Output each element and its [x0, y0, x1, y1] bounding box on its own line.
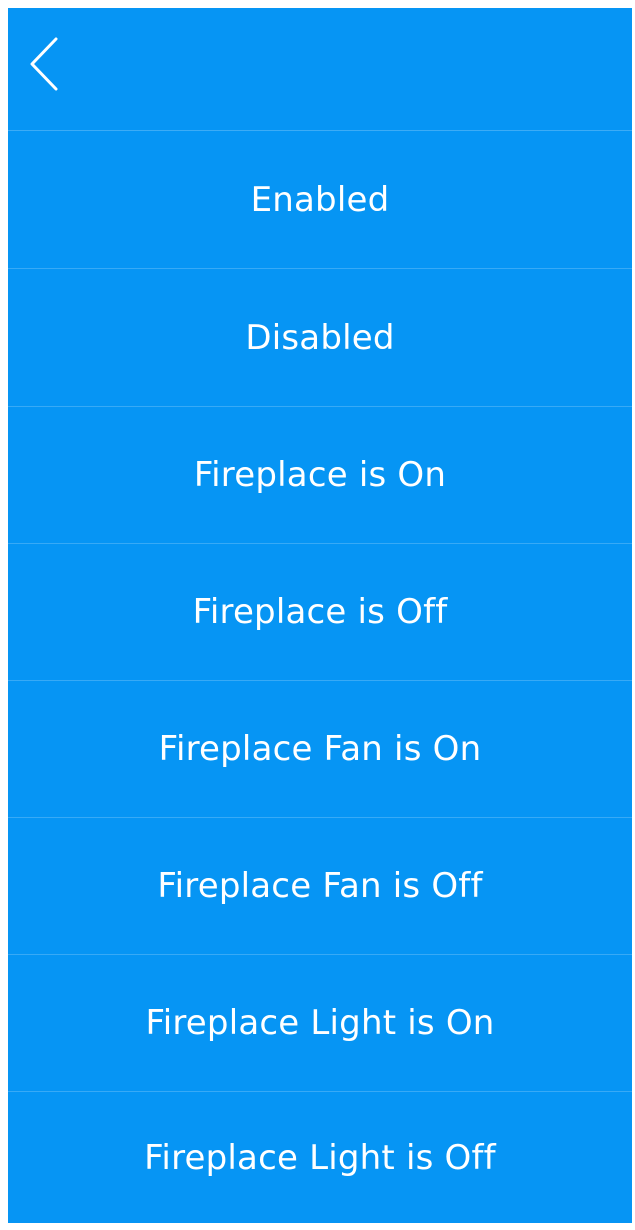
option-fireplace-off[interactable]: Fireplace is Off: [8, 544, 632, 681]
option-disabled[interactable]: Disabled: [8, 269, 632, 407]
option-fireplace-fan-off[interactable]: Fireplace Fan is Off: [8, 818, 632, 955]
option-fireplace-light-off[interactable]: Fireplace Light is Off: [8, 1092, 632, 1223]
option-fireplace-light-on[interactable]: Fireplace Light is On: [8, 955, 632, 1092]
option-label: Fireplace is Off: [192, 592, 448, 632]
option-label: Fireplace Fan is On: [158, 729, 482, 769]
option-label: Fireplace is On: [193, 455, 447, 495]
header-bar: [8, 8, 632, 131]
option-label: Fireplace Fan is Off: [157, 866, 483, 906]
back-button[interactable]: [22, 32, 66, 96]
option-label: Fireplace Light is Off: [144, 1137, 496, 1178]
trigger-options-screen: Enabled Disabled Fireplace is On Firepla…: [8, 8, 632, 1223]
option-label: Disabled: [245, 317, 395, 358]
option-fireplace-fan-on[interactable]: Fireplace Fan is On: [8, 681, 632, 818]
option-label: Enabled: [250, 179, 390, 220]
option-enabled[interactable]: Enabled: [8, 131, 632, 269]
option-fireplace-on[interactable]: Fireplace is On: [8, 407, 632, 544]
chevron-left-icon: [30, 37, 58, 91]
option-label: Fireplace Light is On: [145, 1003, 495, 1043]
